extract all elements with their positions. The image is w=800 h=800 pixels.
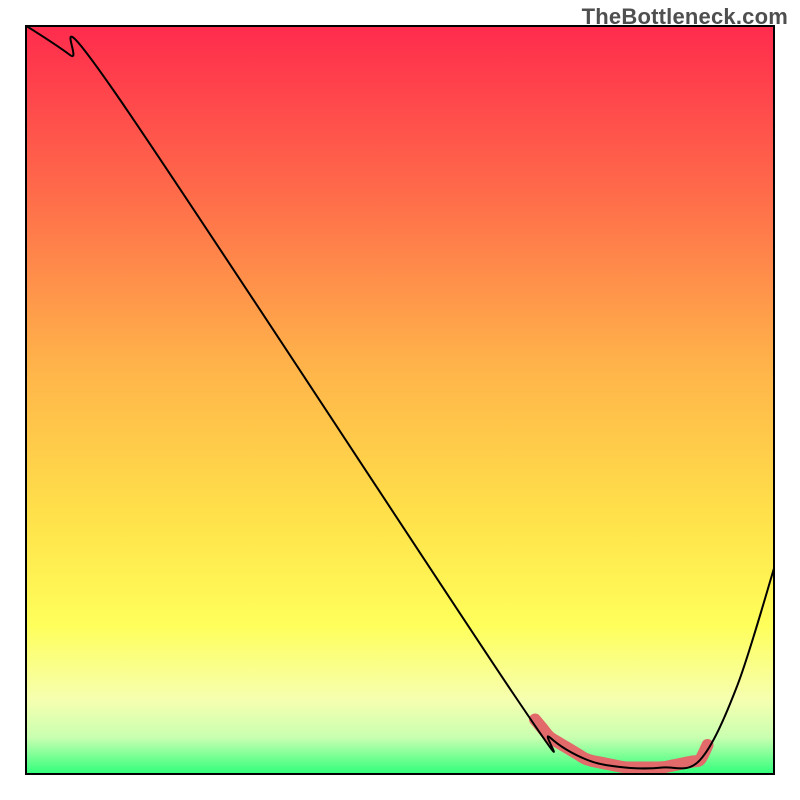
watermark-text: TheBottleneck.com: [582, 4, 788, 30]
chart-svg: [25, 25, 775, 775]
gradient-background-rect: [25, 25, 775, 775]
chart-plot: [25, 25, 775, 775]
